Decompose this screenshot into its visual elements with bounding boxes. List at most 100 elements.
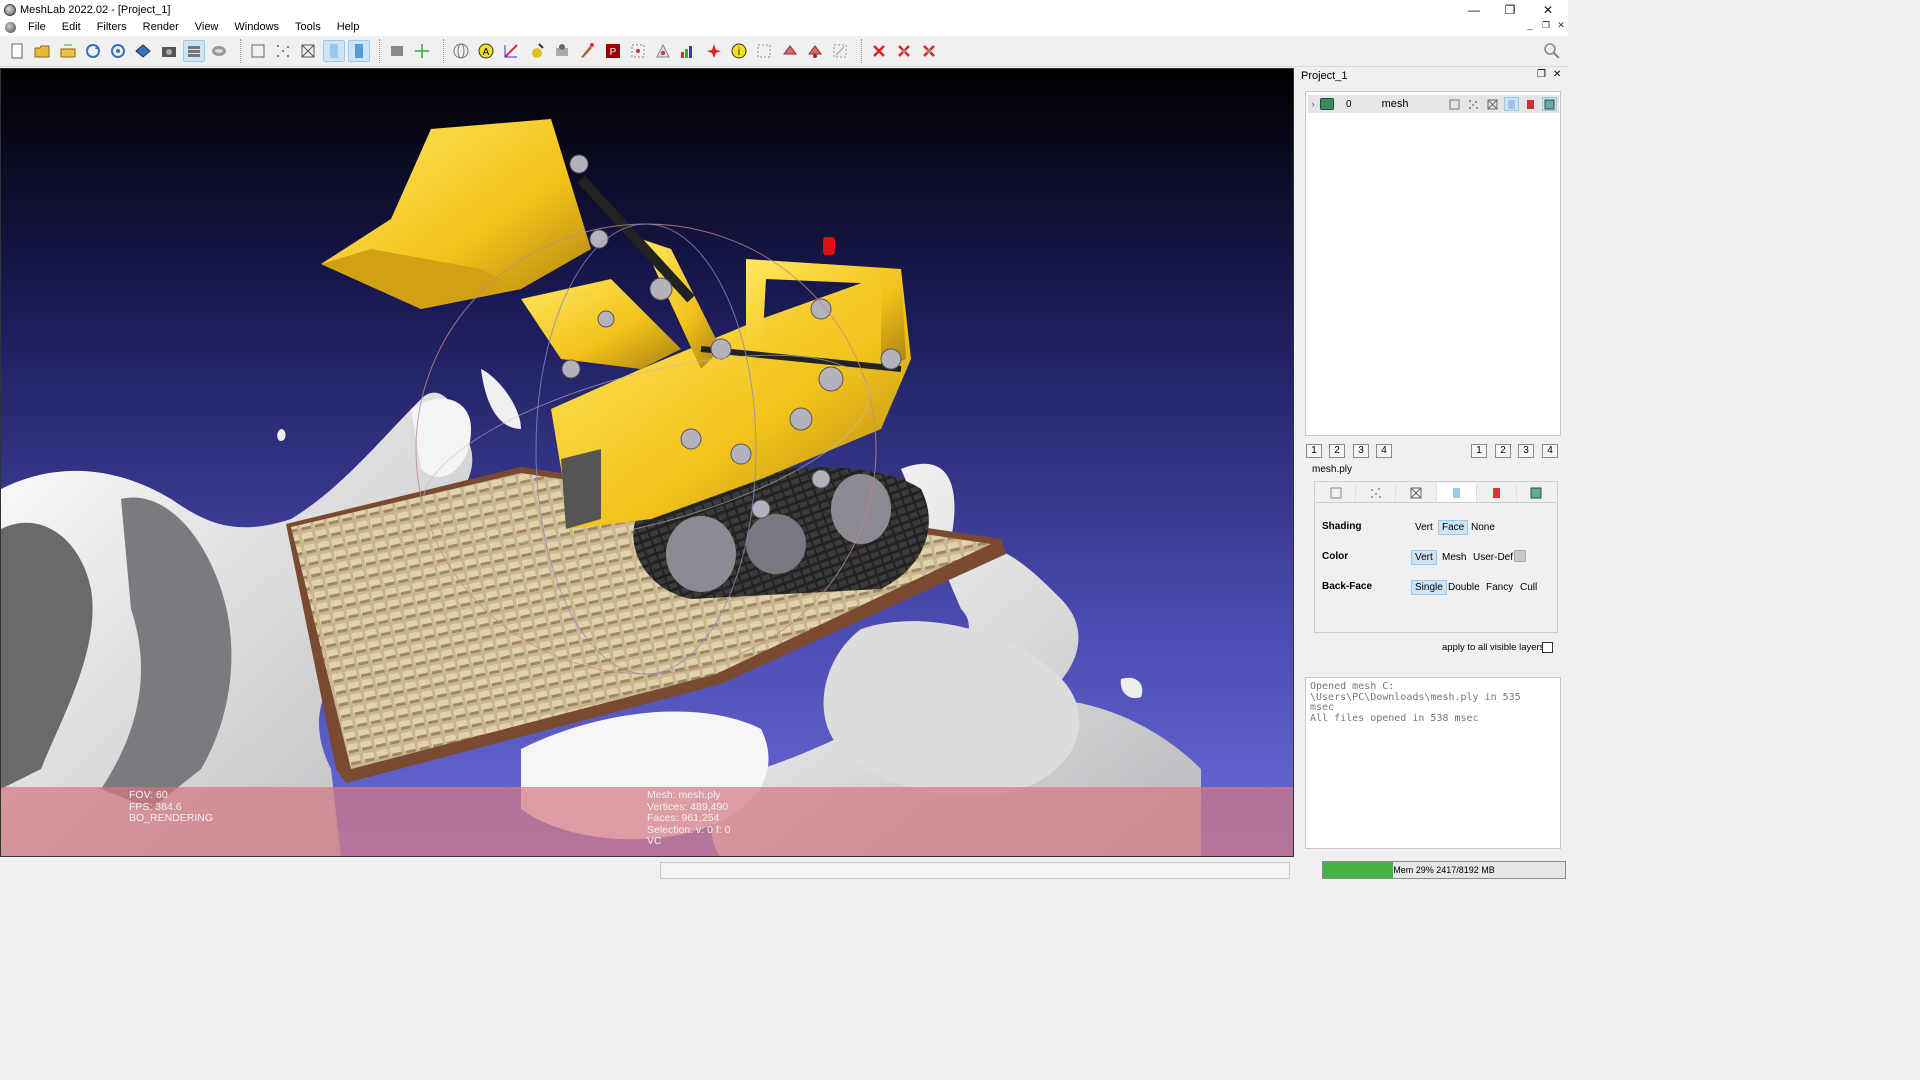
preset-3-button[interactable]: 3	[1353, 444, 1369, 458]
mdi-close-button[interactable]: ✕	[1554, 20, 1568, 31]
color-userdef-option[interactable]: User-Def	[1469, 550, 1517, 565]
view-1-button[interactable]: 1	[1471, 444, 1487, 458]
menu-tools[interactable]: Tools	[287, 19, 329, 36]
visibility-icon[interactable]	[1320, 98, 1334, 110]
preset-2-button[interactable]: 2	[1329, 444, 1345, 458]
points-icon[interactable]	[272, 40, 294, 62]
export-mesh-icon[interactable]	[132, 40, 154, 62]
color-mesh-option[interactable]: Mesh	[1438, 550, 1470, 565]
color-vert-option[interactable]: Vert	[1411, 550, 1437, 565]
layer-points-icon[interactable]	[1466, 97, 1481, 111]
layer-row[interactable]: › 0 mesh	[1308, 95, 1559, 113]
z-paint-icon[interactable]	[703, 40, 725, 62]
svg-text:P: P	[609, 47, 616, 58]
minimize-button[interactable]: —	[1456, 0, 1492, 19]
shading-face-option[interactable]: Face	[1438, 520, 1469, 535]
expand-chevron-icon[interactable]: ›	[1308, 99, 1318, 109]
select-faces-rect-icon[interactable]	[779, 40, 801, 62]
select-connected-icon[interactable]	[753, 40, 775, 62]
faces-readout: Faces: 961,254	[647, 812, 720, 824]
preset-4-button[interactable]: 4	[1376, 444, 1392, 458]
layer-dots-icon[interactable]	[1542, 97, 1557, 111]
measure-icon[interactable]	[500, 40, 522, 62]
tab-bbox[interactable]	[1316, 483, 1357, 502]
menu-view[interactable]: View	[187, 19, 227, 36]
annotation-icon[interactable]: A	[475, 40, 497, 62]
layers-icon[interactable]	[183, 40, 206, 62]
mesh-info: Mesh: mesh.ply Vertices: 489,490 Faces: …	[647, 789, 730, 848]
align-icon[interactable]	[551, 40, 573, 62]
menu-help[interactable]: Help	[329, 19, 368, 36]
menu-windows[interactable]: Windows	[226, 19, 287, 36]
quality-icon[interactable]	[677, 40, 699, 62]
select-vertices-icon[interactable]	[627, 40, 649, 62]
window-title: MeshLab 2022.02 - [Project_1]	[20, 3, 171, 16]
info-icon[interactable]: i	[728, 40, 750, 62]
select-faces-icon[interactable]	[652, 40, 674, 62]
layer-wireframe-icon[interactable]	[1485, 97, 1500, 111]
maximize-button[interactable]: ❐	[1492, 0, 1528, 19]
panel-float-button[interactable]: ❐	[1537, 69, 1546, 80]
shading-vert-option[interactable]: Vert	[1411, 520, 1437, 535]
mdi-minimize-button[interactable]: _	[1523, 20, 1537, 30]
backface-double-option[interactable]: Double	[1444, 580, 1484, 595]
tab-wireframe[interactable]	[1396, 483, 1437, 502]
user-color-swatch[interactable]	[1514, 550, 1526, 562]
delete-faces-icon[interactable]	[893, 40, 915, 62]
mdi-restore-button[interactable]: ❐	[1539, 20, 1553, 31]
menu-file[interactable]: File	[20, 19, 54, 36]
texture-icon[interactable]	[386, 40, 408, 62]
new-project-icon[interactable]	[6, 40, 28, 62]
tab-points[interactable]	[1356, 483, 1397, 502]
layer-solid-icon[interactable]	[1504, 97, 1519, 111]
layer-texture-icon[interactable]	[1523, 97, 1538, 111]
close-button[interactable]: ✕	[1530, 0, 1566, 19]
pick-points-icon[interactable]	[526, 40, 548, 62]
snapshot-icon[interactable]	[158, 40, 180, 62]
view-4-button[interactable]: 4	[1542, 444, 1558, 458]
layer-index: 0	[1346, 98, 1352, 110]
select-vertices-rect-icon[interactable]	[804, 40, 826, 62]
3d-viewport[interactable]: FOV: 60 FPS: 384.6 BO_RENDERING Mesh: me…	[0, 68, 1294, 857]
tab-dots[interactable]	[1517, 483, 1556, 502]
import-mesh-icon[interactable]	[57, 40, 79, 62]
smooth-icon[interactable]	[347, 40, 370, 62]
reload-icon[interactable]	[82, 40, 104, 62]
view-2-button[interactable]: 2	[1495, 444, 1511, 458]
preset-1-button[interactable]: 1	[1306, 444, 1322, 458]
menu-edit[interactable]: Edit	[54, 19, 89, 36]
apply-all-label: apply to all visible layers	[1442, 642, 1545, 653]
layer-bbox-icon[interactable]	[1447, 97, 1462, 111]
panel-title: Project_1	[1301, 70, 1348, 82]
bbox-icon[interactable]	[247, 40, 269, 62]
backface-single-option[interactable]: Single	[1411, 580, 1447, 595]
delete-selected-icon[interactable]	[868, 40, 890, 62]
view-3-button[interactable]: 3	[1518, 444, 1534, 458]
tab-solid[interactable]	[1436, 483, 1477, 502]
reload-all-icon[interactable]	[107, 40, 129, 62]
svg-text:A: A	[483, 47, 490, 58]
paint-icon[interactable]	[576, 40, 598, 62]
backface-fancy-option[interactable]: Fancy	[1482, 580, 1517, 595]
panel-close-button[interactable]: ✕	[1553, 69, 1561, 80]
backface-cull-option[interactable]: Cull	[1516, 580, 1541, 595]
menu-filters[interactable]: Filters	[89, 19, 135, 36]
trackball-icon[interactable]	[450, 40, 472, 62]
shading-none-option[interactable]: None	[1467, 520, 1499, 535]
app-menu-icon[interactable]	[5, 22, 16, 33]
texture-param-icon[interactable]: P	[602, 40, 624, 62]
manipulator-icon[interactable]	[829, 40, 851, 62]
stereo-icon[interactable]	[208, 40, 230, 62]
wireframe-icon[interactable]	[297, 40, 319, 62]
layer-name: mesh	[1381, 98, 1409, 110]
search-icon[interactable]	[1543, 42, 1561, 60]
axes-icon[interactable]	[411, 40, 433, 62]
svg-text:i: i	[738, 47, 740, 58]
menu-render[interactable]: Render	[135, 19, 187, 36]
open-project-icon[interactable]	[31, 40, 53, 62]
delete-vertices-icon[interactable]	[918, 40, 940, 62]
apply-all-checkbox[interactable]	[1542, 642, 1553, 653]
flat-icon[interactable]	[322, 40, 345, 62]
log-window[interactable]: Opened mesh C: \Users\PC\Downloads\mesh.…	[1305, 677, 1561, 849]
tab-texture[interactable]	[1477, 483, 1517, 502]
